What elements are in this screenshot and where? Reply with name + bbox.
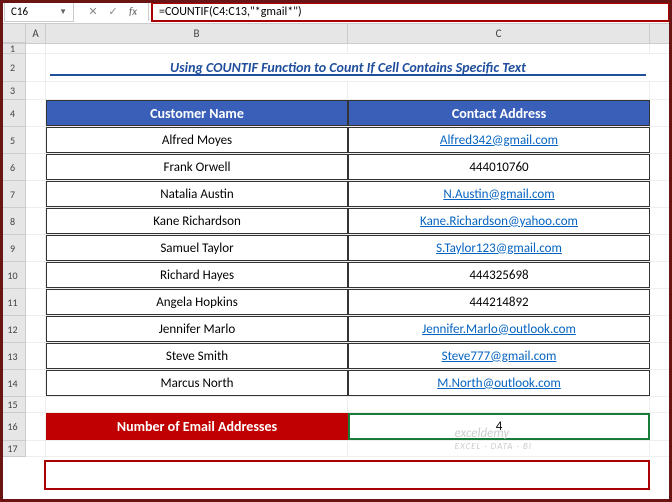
cell[interactable] (26, 44, 46, 53)
email-link[interactable]: N.Austin@gmail.com (443, 187, 554, 202)
table-row-name[interactable]: Alfred Moyes (46, 127, 348, 153)
formula-text: =COUNTIF(C4:C13,"*gmail*") (159, 5, 302, 19)
email-link[interactable]: S.Taylor123@gmail.com (436, 241, 562, 256)
summary-value-cell[interactable]: 4 (348, 413, 650, 440)
cell[interactable] (46, 397, 348, 412)
email-link[interactable]: Jennifer.Marlo@outlook.com (422, 322, 576, 337)
row-header[interactable]: 17 (0, 441, 26, 457)
email-link[interactable]: Alfred342@gmail.com (440, 133, 558, 148)
enter-icon[interactable]: ✓ (104, 3, 122, 21)
cell[interactable] (26, 82, 46, 99)
row-header[interactable]: 16 (0, 413, 26, 441)
table-row-contact[interactable]: 444325698 (348, 262, 650, 288)
row-header[interactable]: 7 (0, 181, 26, 208)
row-header[interactable]: 10 (0, 262, 26, 289)
cell[interactable] (26, 289, 46, 315)
row-header[interactable]: 4 (0, 100, 26, 127)
cell[interactable] (26, 154, 46, 180)
cell[interactable] (26, 181, 46, 207)
row-header[interactable]: 15 (0, 397, 26, 413)
cell[interactable] (348, 82, 650, 99)
row-header[interactable]: 13 (0, 343, 26, 370)
row-header[interactable]: 2 (0, 54, 26, 82)
table-row-contact[interactable]: M.North@outlook.com (348, 370, 650, 396)
cell[interactable] (26, 235, 46, 261)
name-box-value: C16 (11, 5, 28, 18)
table-row-contact[interactable]: 444010760 (348, 154, 650, 180)
email-link[interactable]: M.North@outlook.com (437, 376, 561, 391)
table-row-name[interactable]: Steve Smith (46, 343, 348, 369)
table-row-contact[interactable]: 444214892 (348, 289, 650, 315)
cell[interactable] (26, 343, 46, 369)
cell[interactable] (348, 397, 650, 412)
email-link[interactable]: Steve777@gmail.com (442, 349, 557, 364)
table-row-name[interactable]: Frank Orwell (46, 154, 348, 180)
table-row-contact[interactable]: Alfred342@gmail.com (348, 127, 650, 153)
cell[interactable] (26, 262, 46, 288)
select-all-corner[interactable] (0, 24, 26, 43)
fx-icon[interactable]: fx (124, 3, 142, 21)
table-row-contact[interactable]: S.Taylor123@gmail.com (348, 235, 650, 261)
cancel-icon[interactable]: ✕ (84, 3, 102, 21)
highlight-border (44, 460, 650, 490)
title-underline (50, 74, 646, 76)
row-header[interactable]: 3 (0, 82, 26, 100)
row-header[interactable]: 1 (0, 44, 26, 54)
cell[interactable] (26, 441, 46, 456)
table-row-name[interactable]: Kane Richardson (46, 208, 348, 234)
cell[interactable] (46, 441, 348, 456)
table-row-name[interactable]: Samuel Taylor (46, 235, 348, 261)
title-cell[interactable]: Using COUNTIF Function to Count If Cell … (46, 54, 650, 81)
row-header[interactable]: 8 (0, 208, 26, 235)
table-row-contact[interactable]: Steve777@gmail.com (348, 343, 650, 369)
cell[interactable] (26, 316, 46, 342)
formula-input[interactable]: =COUNTIF(C4:C13,"*gmail*") (151, 2, 670, 22)
table-row-name[interactable]: Richard Hayes (46, 262, 348, 288)
table-row-name[interactable]: Natalia Austin (46, 181, 348, 207)
cell[interactable] (26, 413, 46, 440)
cell[interactable] (26, 100, 46, 126)
row-header[interactable]: 14 (0, 370, 26, 397)
cell[interactable] (26, 397, 46, 412)
cell[interactable] (348, 44, 650, 53)
table-row-contact[interactable]: Jennifer.Marlo@outlook.com (348, 316, 650, 342)
header-name[interactable]: Customer Name (46, 100, 348, 126)
chevron-down-icon[interactable]: ▼ (59, 7, 67, 17)
row-header[interactable]: 9 (0, 235, 26, 262)
cell[interactable] (46, 44, 348, 53)
email-link[interactable]: Kane.Richardson@yahoo.com (420, 214, 578, 229)
col-header-C[interactable]: C (348, 24, 650, 43)
cell[interactable] (348, 441, 650, 456)
row-header[interactable]: 5 (0, 127, 26, 154)
table-row-contact[interactable]: Kane.Richardson@yahoo.com (348, 208, 650, 234)
col-header-A[interactable]: A (26, 24, 46, 43)
row-header[interactable]: 6 (0, 154, 26, 181)
table-row-contact[interactable]: N.Austin@gmail.com (348, 181, 650, 207)
cell[interactable] (26, 54, 46, 81)
row-header[interactable]: 11 (0, 289, 26, 316)
summary-label[interactable]: Number of Email Addresses (46, 413, 348, 440)
name-box[interactable]: C16 ▼ (4, 2, 74, 22)
table-row-name[interactable]: Jennifer Marlo (46, 316, 348, 342)
cell[interactable] (46, 82, 348, 99)
cell[interactable] (26, 208, 46, 234)
table-row-name[interactable]: Marcus North (46, 370, 348, 396)
row-header[interactable]: 12 (0, 316, 26, 343)
cell[interactable] (26, 370, 46, 396)
header-contact[interactable]: Contact Address (348, 100, 650, 126)
cell[interactable] (26, 127, 46, 153)
table-row-name[interactable]: Angela Hopkins (46, 289, 348, 315)
col-header-B[interactable]: B (46, 24, 348, 43)
